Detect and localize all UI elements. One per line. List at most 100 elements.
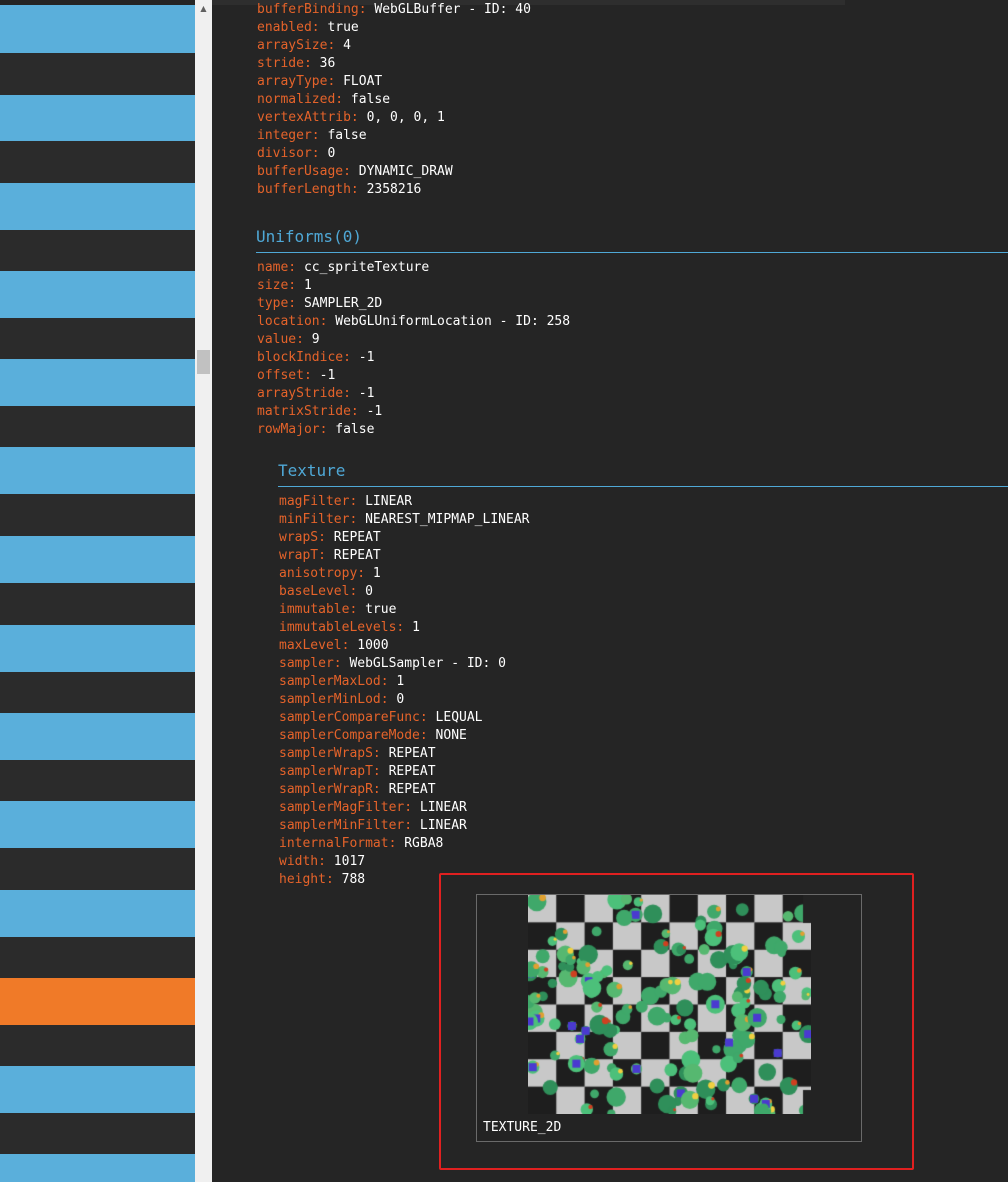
property-value: 0, 0, 0, 1: [366, 110, 445, 125]
property-value: REPEAT: [388, 764, 436, 779]
property-value: WebGLBuffer - ID: 40: [374, 2, 531, 17]
property-value: 788: [341, 872, 366, 887]
property-row: arraySize: 4: [257, 37, 351, 55]
property-value: 2358216: [366, 182, 422, 197]
property-value: true: [327, 20, 359, 35]
property-key: width:: [279, 854, 326, 869]
command-list-item[interactable]: [0, 53, 195, 95]
command-list-item[interactable]: [0, 848, 195, 890]
property-key: arrayStride:: [257, 386, 351, 401]
property-row: samplerWrapS: REPEAT: [279, 745, 436, 763]
property-key: type:: [257, 296, 297, 311]
property-key: rowMajor:: [257, 422, 328, 437]
property-value: -1: [319, 368, 336, 383]
property-key: height:: [279, 872, 334, 887]
scrollbar[interactable]: ▲: [195, 0, 212, 1182]
property-row: arrayType: FLOAT: [257, 73, 382, 91]
scroll-thumb[interactable]: [197, 350, 210, 374]
property-value: false: [350, 92, 391, 107]
property-key: samplerWrapR:: [279, 782, 381, 797]
property-row: integer: false: [257, 127, 367, 145]
command-list-item[interactable]: [0, 1066, 195, 1113]
property-row: baseLevel: 0: [279, 583, 373, 601]
property-value: LINEAR: [365, 494, 413, 509]
property-key: samplerCompareFunc:: [279, 710, 428, 725]
property-row: samplerMagFilter: LINEAR: [279, 799, 467, 817]
property-row: samplerCompareMode: NONE: [279, 727, 467, 745]
property-key: bufferBinding:: [257, 2, 367, 17]
command-list-item[interactable]: [0, 359, 195, 406]
command-list-item[interactable]: [0, 5, 195, 53]
property-row: samplerMaxLod: 1: [279, 673, 404, 691]
command-list-item[interactable]: [0, 271, 195, 318]
property-value: FLOAT: [343, 74, 383, 89]
property-row: minFilter: NEAREST_MIPMAP_LINEAR: [279, 511, 529, 529]
property-value: 0: [365, 584, 373, 599]
command-list-item[interactable]: [0, 447, 195, 494]
command-list-item[interactable]: [0, 230, 195, 271]
property-value: false: [335, 422, 375, 437]
property-key: sampler:: [279, 656, 342, 671]
property-row: samplerCompareFunc: LEQUAL: [279, 709, 483, 727]
command-list-item[interactable]: [0, 713, 195, 760]
property-value: NONE: [435, 728, 467, 743]
property-key: value:: [257, 332, 304, 347]
property-key: integer:: [257, 128, 320, 143]
property-row: immutableLevels: 1: [279, 619, 420, 637]
command-list-item[interactable]: [0, 95, 195, 141]
command-list-item[interactable]: [0, 625, 195, 672]
property-key: samplerWrapS:: [279, 746, 381, 761]
property-key: arraySize:: [257, 38, 336, 53]
property-value: cc_spriteTexture: [303, 260, 430, 275]
command-list-item[interactable]: [0, 890, 195, 937]
property-key: magFilter:: [279, 494, 358, 509]
property-row: vertexAttrib: 0, 0, 0, 1: [257, 109, 445, 127]
property-row: bufferUsage: DYNAMIC_DRAW: [257, 163, 453, 181]
property-value: 1: [412, 620, 420, 635]
property-value: 9: [311, 332, 320, 347]
property-row: samplerWrapR: REPEAT: [279, 781, 436, 799]
property-row: name: cc_spriteTexture: [257, 259, 429, 277]
property-value: WebGLUniformLocation - ID: 258: [335, 314, 571, 329]
property-value: LEQUAL: [435, 710, 483, 725]
property-value: 0: [327, 146, 336, 161]
command-list-item[interactable]: [0, 318, 195, 359]
property-value: 1: [303, 278, 312, 293]
command-list-item[interactable]: [0, 1154, 195, 1182]
command-list-item[interactable]: [0, 141, 195, 183]
command-list-item[interactable]: [0, 937, 195, 978]
property-row: height: 788: [279, 871, 365, 889]
command-list-item[interactable]: [0, 583, 195, 625]
command-list-item[interactable]: [0, 801, 195, 848]
property-value: 0: [396, 692, 405, 707]
property-value: 1: [396, 674, 405, 689]
scroll-up-arrow-icon[interactable]: ▲: [195, 2, 212, 16]
texture-preview[interactable]: TEXTURE_2D: [476, 894, 862, 1142]
property-key: samplerMinFilter:: [279, 818, 413, 833]
property-row: matrixStride: -1: [257, 403, 382, 421]
property-key: baseLevel:: [279, 584, 358, 599]
command-list-item[interactable]: [0, 183, 195, 230]
command-list-item[interactable]: [0, 536, 195, 583]
command-list-item[interactable]: [0, 406, 195, 447]
property-value: SAMPLER_2D: [303, 296, 383, 311]
property-row: maxLevel: 1000: [279, 637, 389, 655]
uniforms-divider: [256, 252, 1008, 253]
property-value: NEAREST_MIPMAP_LINEAR: [365, 512, 530, 527]
property-key: arrayType:: [257, 74, 336, 89]
property-row: location: WebGLUniformLocation - ID: 258: [257, 313, 570, 331]
property-value: -1: [358, 350, 375, 365]
command-list-item[interactable]: [0, 1113, 195, 1154]
command-list-item[interactable]: [0, 494, 195, 536]
property-row: divisor: 0: [257, 145, 335, 163]
command-list-item[interactable]: [0, 760, 195, 801]
property-key: immutableLevels:: [279, 620, 405, 635]
property-row: samplerMinLod: 0: [279, 691, 404, 709]
command-list-item[interactable]: [0, 672, 195, 713]
command-list-item[interactable]: [0, 978, 195, 1025]
command-list-item[interactable]: [0, 1025, 195, 1066]
property-key: offset:: [257, 368, 312, 383]
property-value: REPEAT: [388, 746, 436, 761]
property-value: LINEAR: [419, 818, 467, 833]
property-key: internalFormat:: [279, 836, 397, 851]
